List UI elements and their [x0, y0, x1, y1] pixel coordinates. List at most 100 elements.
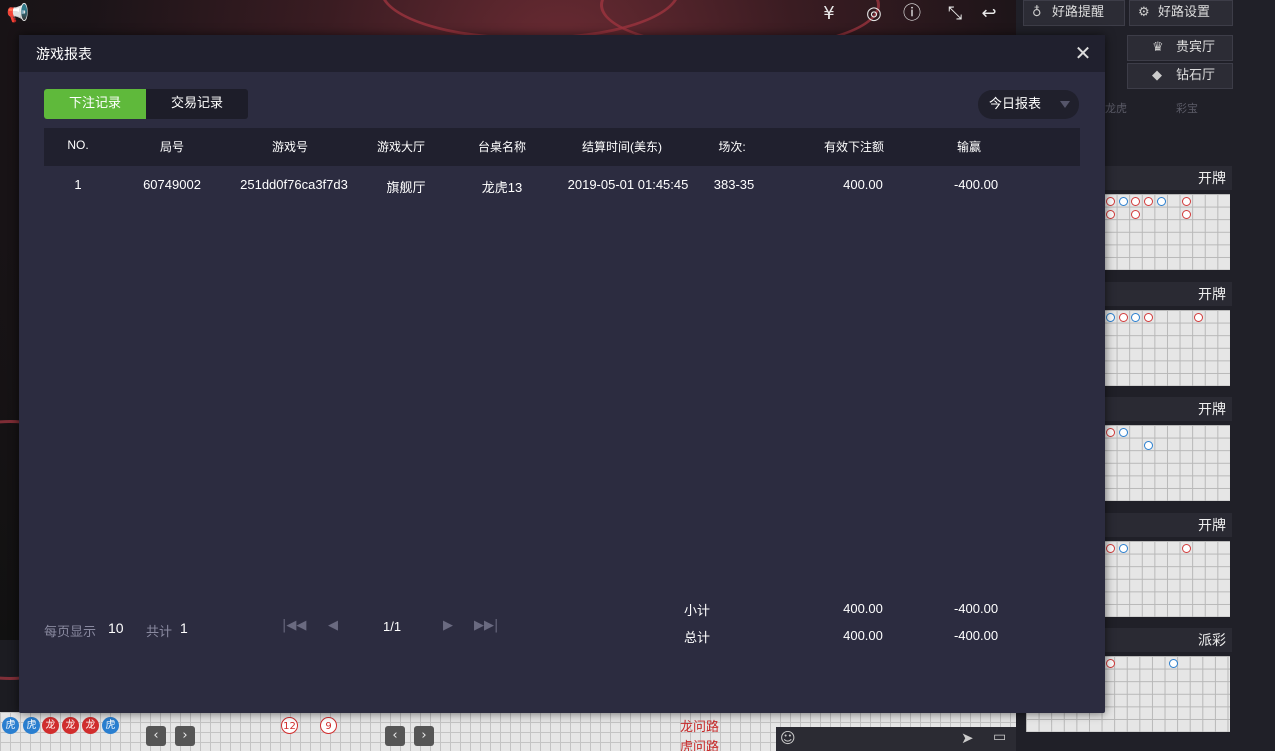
table-row[interactable]: 1 60749002 251dd0f76ca3f7d3 旗舰厅 龙虎13 201…: [44, 166, 1080, 202]
road-header: 开牌: [1100, 397, 1232, 421]
road-dot: [1106, 197, 1115, 206]
announcement-icon[interactable]: 📢: [6, 2, 30, 26]
last-page-icon[interactable]: ▶▶|: [474, 618, 498, 633]
diamond-hall-button[interactable]: ◆ 钻石厅: [1127, 63, 1233, 89]
cell-settle-time: 2019-05-01 01:45:45: [567, 177, 689, 192]
column-header[interactable]: 游戏号: [272, 138, 308, 155]
road-dot: [1119, 544, 1128, 553]
column-header[interactable]: 结算时间(美东): [582, 138, 662, 155]
subtotal-bet: 400.00: [843, 601, 883, 616]
next-page-icon[interactable]: ▶: [443, 618, 453, 633]
chat-icon[interactable]: ▭: [993, 729, 1006, 745]
road-dot: [1106, 659, 1115, 668]
road-dot: [1169, 659, 1178, 668]
road-dot: [1106, 428, 1115, 437]
chevron-down-icon: [1060, 101, 1070, 108]
road-next-button[interactable]: ›: [175, 726, 195, 746]
road-number: 12: [281, 717, 298, 734]
road-number: 9: [320, 717, 337, 734]
road-chip: 虎: [23, 717, 40, 734]
close-icon[interactable]: ✕: [1071, 41, 1095, 65]
road-dot: [1131, 197, 1140, 206]
road-dot: [1119, 197, 1128, 206]
good-road-settings-button[interactable]: ⚙ 好路设置: [1129, 0, 1233, 26]
road-chip: 虎: [2, 717, 19, 734]
total-win: -400.00: [953, 628, 999, 643]
road-dot: [1119, 428, 1128, 437]
medal-icon: ♁: [1032, 5, 1042, 20]
road-dot: [1131, 313, 1140, 322]
road-dot: [1144, 441, 1153, 450]
road-dot: [1182, 210, 1191, 219]
dragon-tiger-tab[interactable]: 龙虎: [1105, 100, 1127, 116]
send-icon[interactable]: ➤: [961, 729, 974, 747]
first-page-icon[interactable]: |◀◀: [282, 618, 306, 633]
table-header: NO. 局号 游戏号 游戏大厅 台桌名称 结算时间(美东) 场次: 有效下注额 …: [44, 128, 1080, 166]
gear-icon: ⚙: [1138, 5, 1150, 20]
prev-page-icon[interactable]: ◀: [328, 618, 338, 633]
currency-icon[interactable]: ¥: [817, 2, 841, 26]
road-chip: 龙: [42, 717, 59, 734]
road-chip: 龙: [82, 717, 99, 734]
column-header[interactable]: 输赢: [957, 138, 981, 155]
dialog-header: 游戏报表 ✕: [19, 35, 1105, 72]
road-prev-button[interactable]: ‹: [146, 726, 166, 746]
column-header[interactable]: 游戏大厅: [377, 138, 425, 155]
road-dot: [1131, 210, 1140, 219]
road-dot: [1106, 313, 1115, 322]
chip-icon[interactable]: ◎: [862, 2, 886, 26]
road-header: 开牌: [1100, 166, 1232, 190]
column-header[interactable]: 场次:: [718, 138, 745, 155]
emoji-icon[interactable]: ☺: [780, 729, 796, 747]
report-range-select[interactable]: 今日报表: [978, 90, 1079, 119]
cell-valid-bet: 400.00: [843, 177, 883, 192]
cell-round-id: 60749002: [143, 177, 201, 192]
per-page-label: 每页显示: [44, 625, 97, 640]
column-header[interactable]: 局号: [160, 138, 184, 155]
road-header: 开牌: [1100, 513, 1232, 537]
cell-win-loss: -400.00: [953, 177, 999, 192]
back-icon[interactable]: ↩: [977, 2, 1001, 26]
page-indicator: 1/1: [383, 619, 402, 634]
game-screen: 📢 ¥ ◎ ⓘ ⤡ ↩ ♁ 好路提醒 ⚙ 好路设置 ♛ 贵宾厅 ◆ 钻石厅 龙虎 彩宝 …: [0, 0, 1275, 751]
road-dot: [1194, 313, 1203, 322]
tab-transaction-records[interactable]: 交易记录: [146, 89, 248, 119]
total-sum-label: 总计: [684, 631, 711, 646]
road-dot: [1182, 197, 1191, 206]
road-header: 派彩: [1100, 628, 1232, 652]
road-chip: 龙: [62, 717, 79, 734]
total-value: 1: [180, 620, 188, 636]
road-dot: [1144, 313, 1153, 322]
good-road-alert-button[interactable]: ♁ 好路提醒: [1023, 0, 1125, 26]
vip-hall-button[interactable]: ♛ 贵宾厅: [1127, 35, 1233, 61]
info-icon[interactable]: ⓘ: [900, 2, 924, 26]
cell-table-name: 龙虎13: [481, 180, 523, 195]
column-header[interactable]: 台桌名称: [478, 138, 526, 155]
tab-bet-records[interactable]: 下注记录: [44, 89, 146, 119]
road-dot: [1144, 197, 1153, 206]
dragon-ask-road[interactable]: 龙问路: [680, 716, 719, 735]
dialog-title: 游戏报表: [36, 47, 92, 63]
road-dot: [1106, 210, 1115, 219]
cell-hall: 旗舰厅: [386, 180, 426, 195]
per-page-value[interactable]: 10: [108, 620, 124, 636]
crown-icon: ♛: [1152, 40, 1164, 55]
road-dot: [1157, 197, 1166, 206]
cell-session: 383-35: [713, 177, 755, 192]
column-header[interactable]: 有效下注额: [824, 138, 884, 155]
total-label: 共计: [146, 625, 173, 640]
road-next-button[interactable]: ›: [414, 726, 434, 746]
fullscreen-icon[interactable]: ⤡: [943, 2, 967, 26]
chat-bar: ☺ ➤ ▭: [776, 727, 1016, 751]
road-dot: [1182, 544, 1191, 553]
lottery-tab[interactable]: 彩宝: [1176, 100, 1198, 116]
subtotal-label: 小计: [684, 604, 711, 619]
tiger-ask-road[interactable]: 虎问路: [680, 736, 719, 751]
column-header[interactable]: NO.: [67, 138, 88, 152]
road-prev-button[interactable]: ‹: [385, 726, 405, 746]
cell-no: 1: [74, 177, 82, 192]
cell-game-id: 251dd0f76ca3f7d3: [240, 177, 348, 192]
road-header: 开牌: [1100, 282, 1232, 306]
road-dot: [1106, 544, 1115, 553]
game-report-dialog: 游戏报表 ✕ 下注记录 交易记录 今日报表 NO. 局号 游戏号 游戏大厅 台桌…: [19, 35, 1105, 713]
